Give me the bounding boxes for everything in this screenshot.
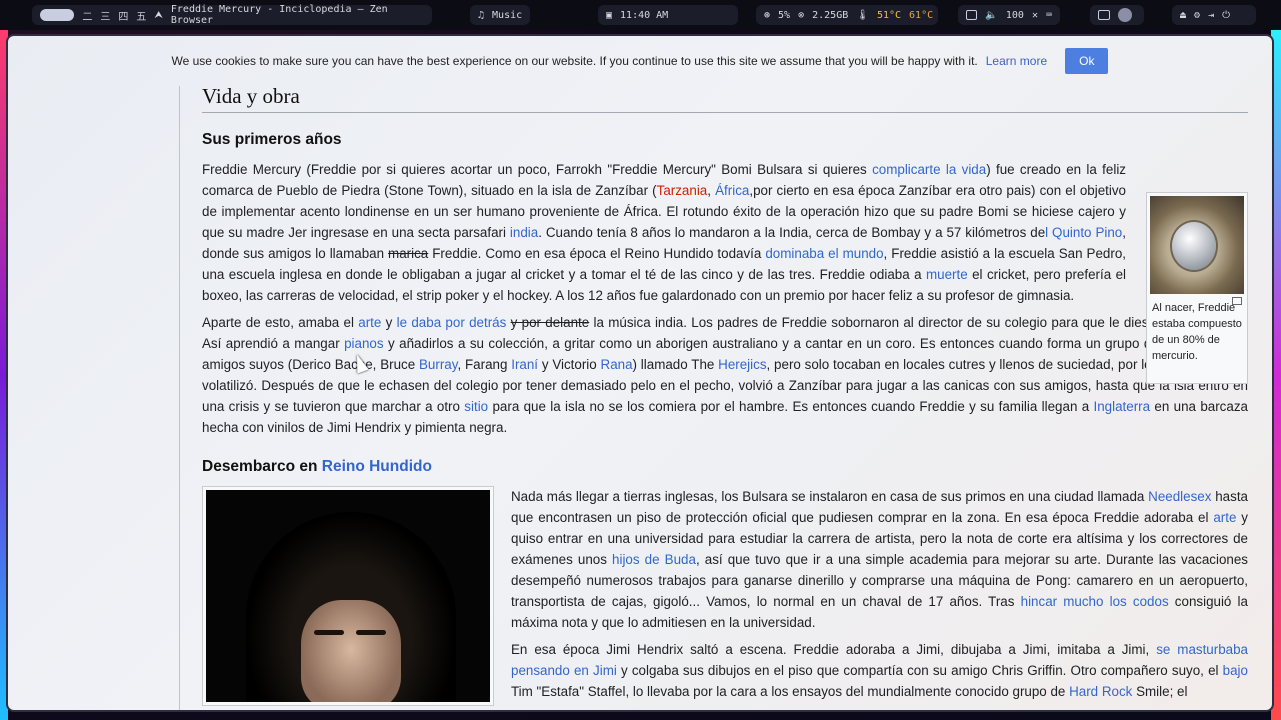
workspace-5[interactable]: 五	[136, 8, 146, 23]
link-quinto-pino[interactable]: l Quinto Pino	[1045, 225, 1122, 240]
system-topbar: 二 三 四 五 ⮝ Freddie Mercury - Inciclopedia…	[0, 0, 1281, 30]
window-title: Freddie Mercury - Inciclopedia — Zen Bro…	[170, 4, 388, 26]
notification-icon[interactable]	[1098, 10, 1110, 20]
content-border	[179, 86, 180, 710]
subsection-heading-landing: Desembarco en Reino Hundido	[202, 458, 432, 475]
mercury-drop-image[interactable]	[1150, 196, 1244, 294]
link-tarzania[interactable]: Tarzania	[657, 183, 708, 198]
subsection-heading-early-years: Sus primeros años	[202, 131, 342, 148]
link-sitio[interactable]: sitio	[464, 399, 488, 414]
monitor-icon: ▣	[606, 9, 613, 21]
cookie-ok-button[interactable]: Ok	[1065, 48, 1109, 74]
paragraph-2: Aparte de esto, amaba el arte y le daba …	[202, 315, 1249, 435]
strike-delante: y por delante	[510, 315, 590, 330]
link-pianos[interactable]: pianos	[344, 336, 383, 351]
link-muerte[interactable]: muerte	[926, 267, 968, 282]
workspaces-pill: 二 三 四 五 ⮝ Freddie Mercury - Inciclopedia…	[32, 4, 432, 26]
link-hard-rock[interactable]: Hard Rock	[1069, 684, 1132, 699]
workspace-2[interactable]: 二	[82, 8, 92, 23]
link-inglaterra[interactable]: Inglaterra	[1094, 399, 1151, 414]
browser-window: We use cookies to make sure you can have…	[6, 34, 1274, 712]
section-heading: Vida y obra	[202, 84, 1248, 113]
cpu-icon: ⊛	[764, 9, 771, 21]
freddie-photo[interactable]	[202, 486, 494, 706]
link-rana[interactable]: Rana	[601, 357, 633, 372]
display-icon[interactable]	[966, 10, 978, 20]
cookie-banner: We use cookies to make sure you can have…	[8, 36, 1272, 86]
music-widget[interactable]: ♫ Music	[470, 5, 531, 25]
link-needlesex[interactable]: Needlesex	[1148, 489, 1211, 504]
link-arte[interactable]: arte	[358, 315, 381, 330]
link-hincar-codos[interactable]: hincar mucho los codos	[1021, 594, 1169, 609]
clock-widget[interactable]: ▣ 11:40 AM	[598, 5, 738, 25]
memory-icon: ⊗	[798, 9, 805, 21]
lock-icon[interactable]: ⏏	[1180, 10, 1186, 21]
link-herejics[interactable]: Herejics	[718, 357, 766, 372]
mic-muted-icon[interactable]: ✕	[1032, 10, 1038, 21]
volume-level: 100	[1005, 9, 1024, 21]
gpu-temp: 61°C	[909, 9, 934, 21]
paragraph-3: Nada más llegar a tierras inglesas, los …	[511, 489, 1248, 630]
link-reino-hundido[interactable]: Reino Hundido	[322, 458, 432, 475]
power-widget: ⏏ ⚙ ⇥ ⏻	[1172, 5, 1256, 25]
link-complicarte[interactable]: complicarte la vida	[872, 162, 986, 177]
thermometer-icon: 🌡	[856, 9, 869, 21]
strike-1: marica	[388, 246, 429, 261]
clock-time: 11:40 AM	[620, 9, 669, 21]
link-irani[interactable]: Iraní	[511, 357, 538, 372]
avatar[interactable]	[1118, 8, 1132, 22]
workspace-1-active[interactable]	[40, 9, 75, 21]
firefox-icon: ⮝	[154, 9, 163, 21]
paragraph-1: Freddie Mercury (Freddie por si quieres …	[202, 162, 1126, 303]
link-africa[interactable]: África	[715, 183, 749, 198]
workspace-4[interactable]: 四	[118, 8, 128, 23]
tray-widget: 🔈 100 ✕ ⌨	[958, 5, 1060, 25]
enlarge-icon[interactable]	[1232, 297, 1242, 305]
link-india[interactable]: india	[510, 225, 538, 240]
memory-usage: 2.25GB	[812, 9, 849, 21]
cpu-temp: 51°C	[876, 9, 902, 21]
thumbnail-caption: Al nacer, Freddie estaba compuesto de un…	[1150, 297, 1244, 364]
workspace-3[interactable]: 三	[100, 8, 110, 23]
notification-widget	[1090, 5, 1144, 25]
link-arte-2[interactable]: arte	[1213, 510, 1236, 525]
cookie-text: We use cookies to make sure you can have…	[171, 54, 978, 68]
landing-text: Nada más llegar a tierras inglesas, los …	[511, 486, 1248, 702]
keyboard-icon[interactable]: ⌨	[1046, 10, 1052, 21]
learn-more-link[interactable]: Learn more	[986, 54, 1047, 68]
link-dominaba[interactable]: dominaba el mundo	[765, 246, 883, 261]
strike-link-detras[interactable]: le daba por detrás	[397, 315, 507, 330]
power-icon[interactable]: ⏻	[1222, 10, 1230, 21]
cpu-usage: 5%	[778, 9, 791, 21]
music-note-icon: ♫	[478, 9, 485, 21]
music-label: Music	[492, 9, 523, 21]
logout-icon[interactable]: ⇥	[1208, 10, 1214, 21]
link-burray[interactable]: Burray	[419, 357, 457, 372]
mercury-thumbnail[interactable]: Al nacer, Freddie estaba compuesto de un…	[1146, 192, 1248, 384]
link-hijos-de-buda[interactable]: hijos de Buda	[612, 552, 696, 567]
system-stats: ⊛ 5% ⊗ 2.25GB 🌡 51°C 61°C	[756, 5, 938, 25]
article-content: Vida y obra Sus primeros años Freddie Me…	[202, 84, 1254, 710]
volume-icon[interactable]: 🔈	[985, 10, 997, 21]
link-bajo[interactable]: bajo	[1223, 663, 1248, 678]
section-landing: Nada más llegar a tierras inglesas, los …	[202, 486, 1254, 710]
settings-icon[interactable]: ⚙	[1194, 10, 1200, 21]
paragraph-4: En esa época Jimi Hendrix saltó a escena…	[511, 642, 1248, 699]
